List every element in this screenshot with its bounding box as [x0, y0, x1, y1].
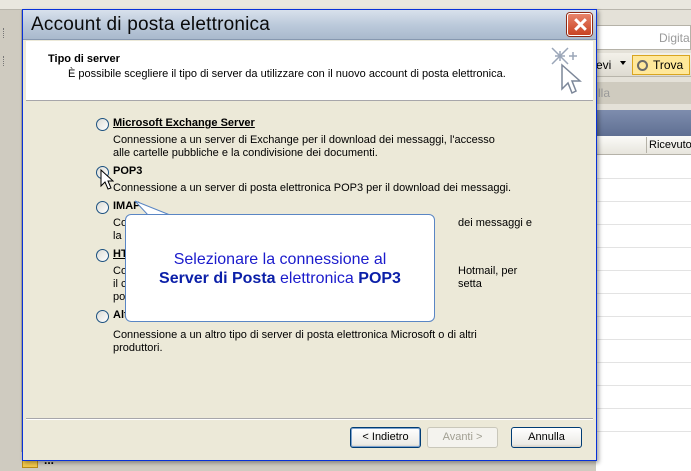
background-filter-bar: lla	[596, 82, 691, 104]
option-http-description-right: Hotmail, per setta	[458, 265, 538, 291]
find-button[interactable]: Trova	[632, 55, 690, 75]
list-row[interactable]	[596, 224, 691, 225]
list-row[interactable]	[596, 385, 691, 386]
option-exchange-label[interactable]: Microsoft Exchange Server	[113, 117, 255, 129]
option-imap-label[interactable]: IMAP	[113, 200, 141, 212]
list-row[interactable]	[596, 408, 691, 409]
callout-bold-server: Server di Posta	[159, 270, 276, 287]
list-row[interactable]	[596, 362, 691, 363]
header-title: Tipo di server	[48, 53, 120, 65]
header-subtitle: È possibile scegliere il tipo di server …	[68, 68, 506, 80]
list-row[interactable]	[596, 431, 691, 432]
option-http-desc-part: setta	[458, 278, 482, 290]
callout-line-2: Server di Posta elettronica POP3	[126, 270, 434, 288]
background-left-toolbar	[0, 10, 22, 471]
radio-other[interactable]	[96, 310, 109, 323]
background-message-list	[596, 155, 691, 471]
next-button[interactable]: Avanti >	[427, 427, 498, 448]
background-toolbar: evi Trova	[596, 53, 691, 77]
option-pop3-label[interactable]: POP3	[113, 165, 142, 177]
list-row[interactable]	[596, 247, 691, 248]
toolbar-partial-label[interactable]: evi	[596, 58, 611, 72]
list-row[interactable]	[596, 270, 691, 271]
list-row[interactable]	[596, 201, 691, 202]
toolbar-grip	[3, 28, 6, 38]
dialog-header: Tipo di server È possibile scegliere il …	[26, 41, 593, 101]
dialog-divider	[26, 418, 593, 420]
cancel-button[interactable]: Annulla	[511, 427, 582, 448]
option-imap-description-right: dei messaggi e	[458, 217, 532, 229]
callout-normal-text: elettronica	[275, 270, 359, 287]
column-header-received[interactable]: Ricevuto	[649, 139, 691, 151]
radio-http[interactable]	[96, 249, 109, 262]
background-pane-header	[596, 110, 691, 136]
column-separator	[646, 137, 647, 153]
chevron-down-icon[interactable]	[620, 61, 626, 65]
background-search-box[interactable]: Digita	[596, 25, 691, 50]
find-button-label: Trova	[653, 58, 684, 72]
dialog-title: Account di posta elettronica	[31, 14, 271, 35]
search-icon	[637, 60, 648, 71]
list-row[interactable]	[596, 178, 691, 179]
option-http-desc-part: po	[113, 291, 126, 303]
option-http-desc-part: Hotmail, per	[458, 265, 518, 277]
close-button[interactable]	[567, 13, 592, 36]
radio-exchange[interactable]	[96, 118, 109, 131]
option-pop3-description: Connessione a un server di posta elettro…	[113, 182, 512, 194]
toolbar-grip	[3, 56, 6, 66]
list-row[interactable]	[596, 316, 691, 317]
option-other-description: Connessione a un altro tipo di server di…	[113, 329, 477, 354]
list-row[interactable]	[596, 339, 691, 340]
radio-imap[interactable]	[96, 201, 109, 214]
list-row[interactable]	[596, 293, 691, 294]
option-imap-desc-part: la	[113, 230, 122, 242]
dialog-titlebar[interactable]: Account di posta elettronica	[23, 10, 596, 40]
callout-line-1: Selezionare la connessione al	[173, 251, 387, 268]
instruction-callout: Selezionare la connessione al Server di …	[125, 214, 435, 322]
callout-bold-pop3: POP3	[358, 270, 401, 287]
option-exchange-description: Connessione a un server di Exchange per …	[113, 134, 495, 159]
wizard-cursor-icon	[551, 47, 582, 95]
back-button[interactable]: < Indietro	[350, 427, 421, 448]
mouse-cursor-icon	[100, 169, 114, 190]
background-column-header[interactable]: Ricevuto	[596, 136, 691, 155]
